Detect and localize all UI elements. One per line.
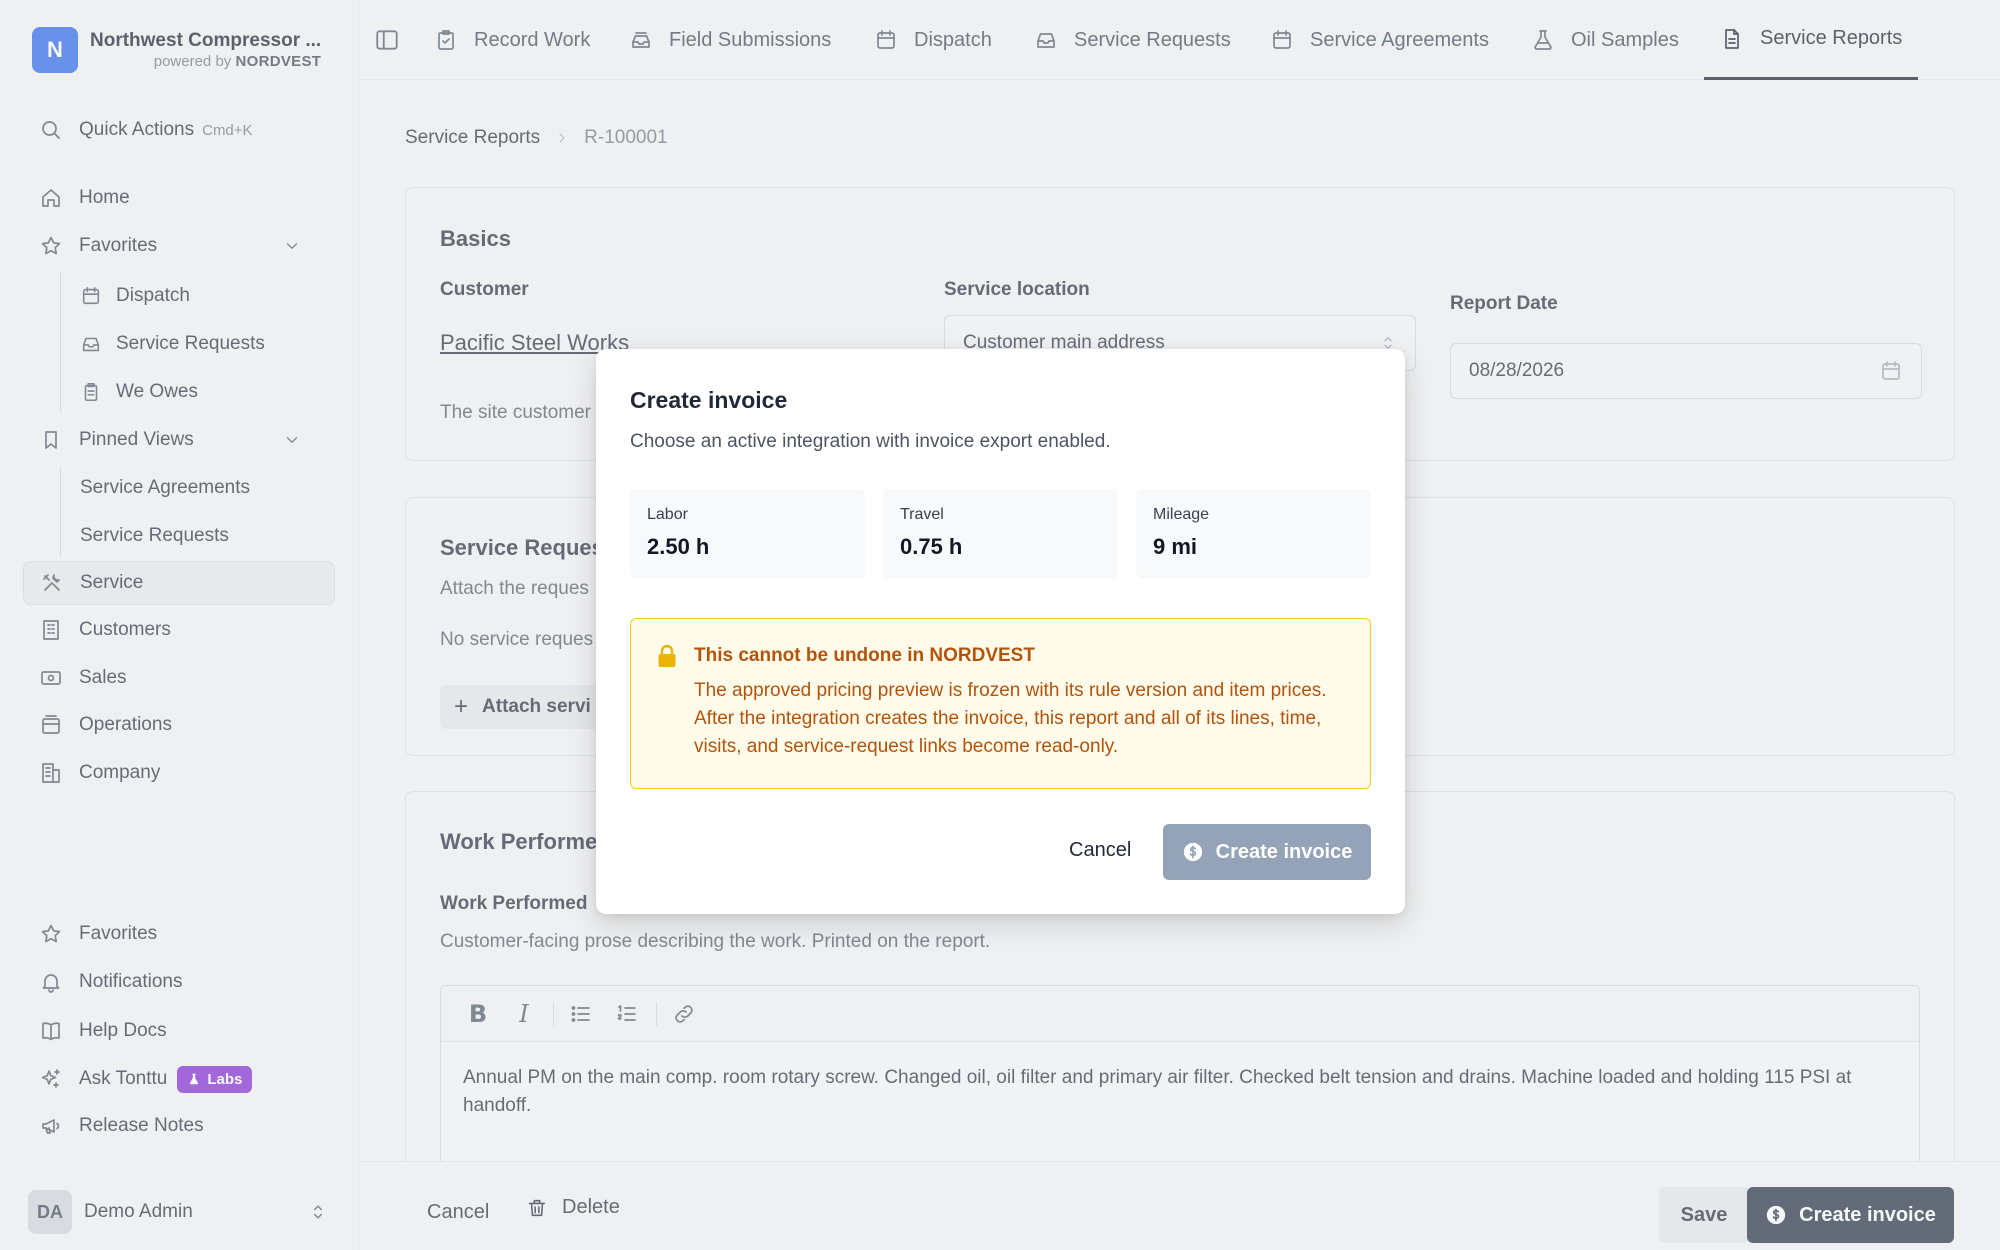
stat-label: Mileage — [1153, 506, 1210, 523]
dollar-circle-icon — [1183, 842, 1202, 862]
dialog-subtitle: Choose an active integration with invoic… — [630, 431, 1111, 452]
stat-label: Labor — [647, 506, 688, 523]
dialog-create-invoice-button[interactable]: Create invoice — [1163, 824, 1371, 880]
dialog-create-label: Create invoice — [1215, 840, 1353, 863]
warning-title: This cannot be undone in NORDVEST — [694, 645, 1035, 666]
dialog-cancel-button[interactable]: Cancel — [1069, 839, 1131, 862]
lock-icon — [658, 644, 676, 667]
warning-callout: This cannot be undone in NORDVEST The ap… — [630, 618, 1371, 789]
stat-labor: Labor 2.50 h — [630, 489, 865, 579]
warning-body: The approved pricing preview is frozen w… — [694, 680, 1327, 757]
stat-value: 0.75 h — [900, 534, 963, 559]
stat-value: 9 mi — [1153, 534, 1198, 559]
stat-travel: Travel 0.75 h — [883, 489, 1118, 579]
dialog-title: Create invoice — [630, 387, 788, 413]
stat-mileage: Mileage 9 mi — [1136, 489, 1371, 579]
stat-label: Travel — [900, 506, 944, 523]
create-invoice-dialog: Create invoice Choose an active integrat… — [596, 349, 1405, 914]
stat-value: 2.50 h — [647, 534, 710, 559]
